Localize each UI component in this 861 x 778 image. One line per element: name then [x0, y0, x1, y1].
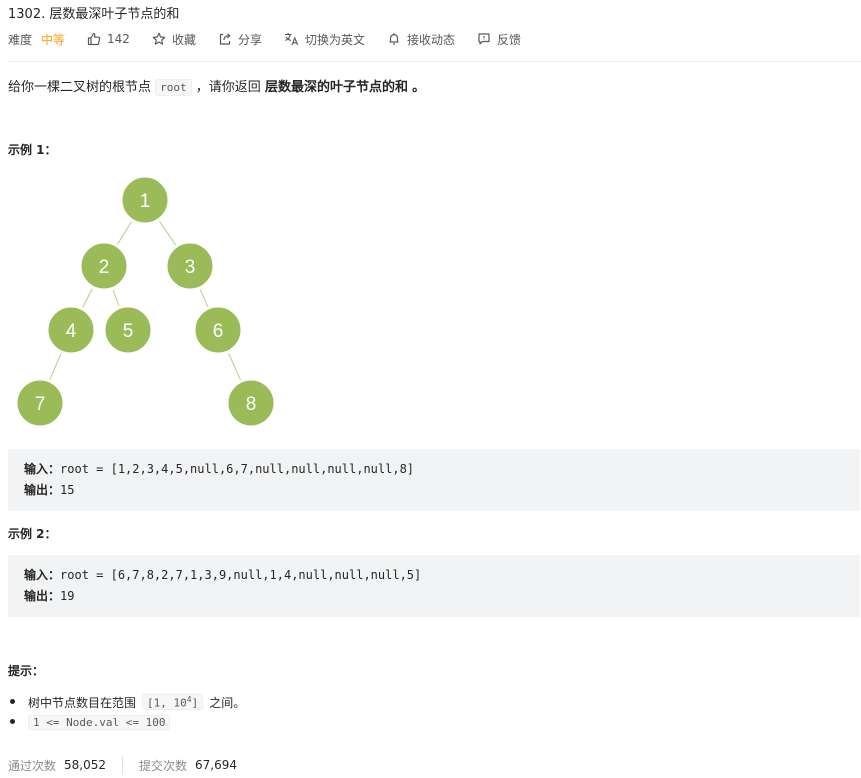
tree-node: 8 [225, 377, 277, 429]
tree-node: 3 [164, 240, 216, 292]
tree-node: 5 [102, 304, 154, 356]
difficulty-badge: 中等 [41, 32, 66, 47]
submitted-label: 提交次数 [139, 758, 188, 773]
tree-node: 1 [119, 174, 171, 226]
bullet [10, 719, 15, 724]
description-middle: ，请你返回 [195, 80, 261, 95]
problem-meta-bar: 难度 中等 142 收藏 分享 切换为英文 接收动态 反馈 [8, 31, 543, 47]
accepted-count: 58,052 [64, 758, 107, 772]
tree-node-label: 3 [185, 257, 196, 278]
notify-button[interactable]: 接收动态 [387, 31, 455, 48]
input-label: 输入： [24, 568, 61, 582]
translate-icon [284, 33, 299, 46]
share-label: 分享 [237, 32, 262, 47]
example-2-title: 示例 2： [8, 527, 57, 541]
hint-text-suffix: 之间。 [209, 695, 246, 710]
hint-code-val-range: 1 <= Node.val <= 100 [28, 714, 171, 730]
hint-code-range: [1, 104] [142, 693, 204, 711]
like-button[interactable]: 142 [87, 32, 130, 46]
output-value: 15 [60, 483, 75, 497]
output-label: 输出： [24, 589, 61, 603]
submitted-count: 67,694 [195, 758, 238, 772]
example-1-tree-image: 1 2 3 4 5 6 7 8 [14, 174, 277, 429]
tree-node: 6 [192, 304, 244, 356]
hints-title: 提示： [8, 664, 45, 678]
share-button[interactable]: 分享 [218, 31, 262, 48]
input-value: root = [1,2,3,4,5,null,6,7,null,null,nul… [60, 462, 415, 476]
translate-label: 切换为英文 [304, 32, 365, 47]
input-label: 输入： [24, 462, 61, 476]
feedback-icon [478, 33, 490, 45]
problem-title: 1302. 层数最深叶子节点的和 [8, 7, 180, 22]
tree-node: 2 [78, 240, 130, 292]
tree-node-label: 2 [99, 257, 110, 278]
hints-list: 树中节点数目在范围 [1, 104] 之间。 1 <= Node.val <= … [10, 692, 246, 732]
feedback-label: 反馈 [497, 32, 522, 47]
output-value: 19 [60, 589, 75, 603]
hint-item: 1 <= Node.val <= 100 [10, 712, 245, 732]
tree-node-label: 7 [35, 394, 46, 415]
description-prefix: 给你一棵二叉树的根节点 [8, 80, 152, 95]
thumbs-up-icon [87, 32, 101, 46]
example-2-code-block: 输入：root = [6,7,8,2,7,1,3,9,null,1,4,null… [8, 555, 860, 617]
description-suffix: 。 [412, 80, 426, 95]
example-1-code-block: 输入：root = [1,2,3,4,5,null,6,7,null,null,… [8, 449, 860, 511]
example-1-title: 示例 1： [8, 143, 57, 157]
bell-icon [389, 33, 399, 45]
favorite-button[interactable]: 收藏 [152, 31, 196, 48]
bullet [10, 699, 15, 704]
description-bold: 层数最深的叶子节点的和 [264, 80, 408, 95]
problem-description: 给你一棵二叉树的根节点 root ，请你返回 层数最深的叶子节点的和 。 [8, 76, 426, 96]
like-count: 142 [107, 32, 130, 46]
star-icon [152, 32, 166, 45]
tree-node-label: 6 [213, 321, 224, 342]
inline-code-root: root [155, 79, 192, 96]
output-label: 输出： [24, 483, 61, 497]
input-value: root = [6,7,8,2,7,1,3,9,null,1,4,null,nu… [60, 568, 422, 582]
share-icon [219, 33, 231, 45]
feedback-button[interactable]: 反馈 [477, 31, 521, 48]
tree-node-label: 1 [140, 191, 151, 212]
difficulty-label: 难度 [8, 32, 33, 47]
favorite-label: 收藏 [171, 32, 196, 47]
submission-stats: 通过次数 58,052 提交次数 67,694 [8, 756, 237, 774]
hint-item: 树中节点数目在范围 [1, 104] 之间。 [10, 692, 246, 712]
tree-node-label: 4 [66, 321, 77, 342]
tree-node-label: 5 [123, 321, 134, 342]
header-divider [8, 61, 861, 62]
tree-node-label: 8 [246, 394, 257, 415]
tree-node: 7 [14, 377, 66, 429]
translate-button[interactable]: 切换为英文 [284, 31, 365, 48]
notify-label: 接收动态 [406, 32, 455, 47]
hint-text: 树中节点数目在范围 [28, 695, 137, 710]
accepted-label: 通过次数 [8, 758, 57, 773]
tree-node: 4 [45, 304, 97, 356]
stats-divider [122, 756, 124, 774]
